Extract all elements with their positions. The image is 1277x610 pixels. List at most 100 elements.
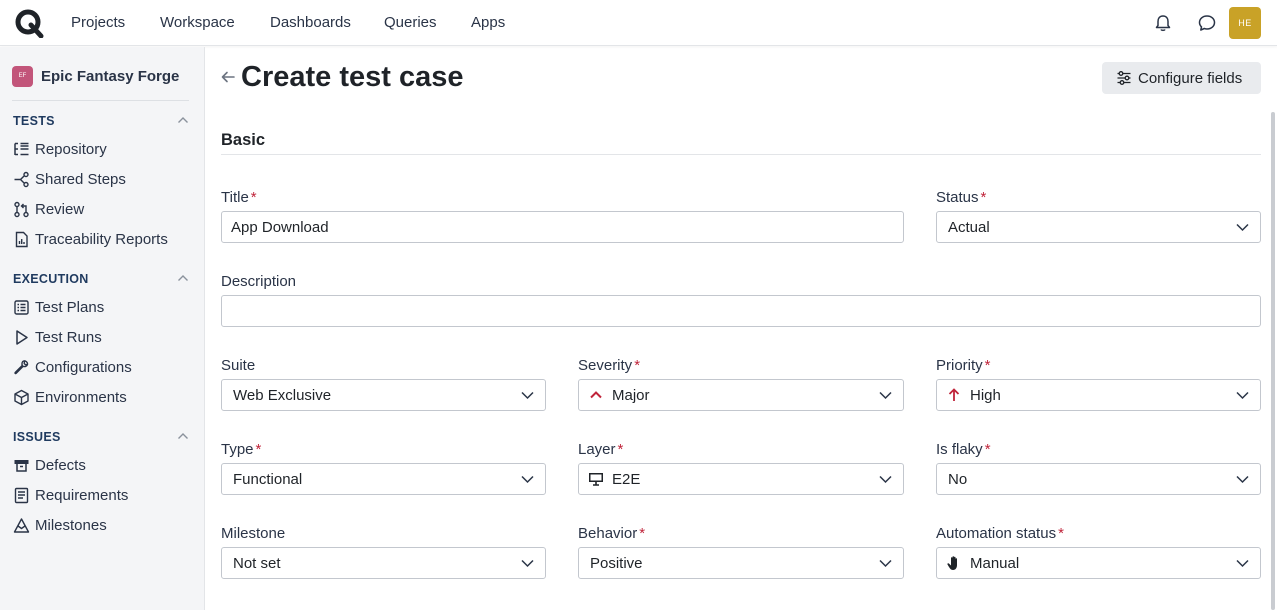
traceability-reports-icon [15,231,28,247]
automation-status-select-value: Manual [970,554,1020,572]
nav-workspace[interactable]: Workspace [160,14,235,31]
section-title-issues[interactable]: ISSUES [13,430,61,444]
sidebar-item-label: Review [35,200,85,218]
top-navigation: Projects Workspace Dashboards Queries Ap… [0,0,1277,46]
sidebar-item-milestones[interactable]: Milestones [13,514,107,536]
is-flaky-label-text: Is flaky [936,441,983,458]
configure-fields-button[interactable]: Configure fields [1102,62,1261,94]
scrollbar[interactable] [1271,112,1275,610]
layer-select-value: E2E [612,470,641,488]
type-select-value: Functional [233,470,303,488]
chat-icon[interactable] [1197,13,1217,33]
description-input[interactable] [221,295,1261,327]
chevron-down-icon [1236,475,1249,484]
sidebar-divider [12,100,189,101]
status-select[interactable]: Actual [936,211,1261,243]
behavior-label-text: Behavior [578,525,638,542]
status-label-text: Status [936,189,979,206]
section-heading-basic: Basic [221,131,266,149]
required-mark: * [984,441,991,458]
sidebar-item-label: Requirements [35,486,129,504]
priority-select[interactable]: High [936,379,1261,411]
type-label-text: Type [221,441,254,458]
milestone-select-value: Not set [233,554,281,572]
milestone-icon [13,517,30,533]
section-title-tests[interactable]: TESTS [13,114,55,128]
sidebar-item-review[interactable]: Review [13,198,84,220]
suite-label: Suite [221,357,256,374]
chevron-down-icon [521,559,534,568]
priority-label-text: Priority [936,357,983,374]
chevron-down-icon [521,475,534,484]
required-mark: * [250,189,257,206]
required-mark: * [980,189,987,206]
chevron-up-icon[interactable] [177,432,189,440]
project-name[interactable]: Epic Fantasy Forge [41,68,179,85]
is-flaky-select[interactable]: No [936,463,1261,495]
cube-icon [14,389,29,405]
shared-steps-icon [14,171,29,187]
suite-select-value: Web Exclusive [233,386,332,404]
sidebar-item-repository[interactable]: Repository [13,138,107,160]
qase-logo-icon[interactable] [14,8,44,38]
review-icon [14,201,29,217]
required-mark: * [1058,525,1064,542]
behavior-select[interactable]: Positive [578,547,904,579]
sidebar-item-label: Defects [35,456,86,474]
is-flaky-label: Is flaky * [936,441,991,458]
chevron-down-icon [521,391,534,400]
sidebar-item-configurations[interactable]: Configurations [13,356,132,378]
sidebar-item-defects[interactable]: Defects [13,454,86,476]
section-divider [221,154,1261,155]
milestone-select[interactable]: Not set [221,547,546,579]
sidebar-item-test-plans[interactable]: Test Plans [13,296,104,318]
chevron-up-icon[interactable] [177,274,189,282]
required-mark: * [634,357,641,374]
sidebar-item-traceability-reports[interactable]: Traceability Reports [13,228,168,250]
type-select[interactable]: Functional [221,463,546,495]
section-title-execution[interactable]: EXECUTION [13,272,89,286]
user-avatar[interactable]: HE [1229,7,1261,39]
required-mark: * [639,525,646,542]
nav-dashboards[interactable]: Dashboards [270,14,351,31]
severity-select-value: Major [612,386,650,404]
sidebar-item-label: Test Runs [35,328,102,346]
automation-status-select[interactable]: Manual [936,547,1261,579]
automation-status-label-text: Automation status [936,525,1057,542]
test-plans-icon [14,299,29,315]
sidebar-item-label: Traceability Reports [35,230,168,248]
title-input[interactable]: App Download [221,211,904,243]
sidebar-item-label: Configurations [35,358,132,376]
chevron-up-icon[interactable] [177,116,189,124]
status-select-value: Actual [948,218,990,236]
chevron-down-icon [1236,223,1249,232]
wrench-icon [14,359,29,374]
nav-queries[interactable]: Queries [384,14,437,31]
severity-select[interactable]: Major [578,379,904,411]
title-label-text: Title [221,189,249,206]
layer-select[interactable]: E2E [578,463,904,495]
sidebar-item-label: Milestones [35,516,107,534]
sidebar-item-environments[interactable]: Environments [13,386,127,408]
nav-apps[interactable]: Apps [471,14,505,31]
repository-icon [14,142,29,155]
chevron-up-icon [590,391,602,399]
play-icon [16,329,28,345]
suite-select[interactable]: Web Exclusive [221,379,546,411]
sidebar-item-label: Shared Steps [35,170,126,188]
sidebar-item-test-runs[interactable]: Test Runs [13,326,102,348]
sidebar-item-label: Test Plans [35,298,105,316]
status-label: Status * [936,189,986,206]
description-label: Description [221,273,297,290]
back-arrow-icon[interactable] [220,69,236,85]
required-mark: * [255,441,262,458]
milestone-label: Milestone [221,525,286,542]
required-mark: * [617,441,624,458]
nav-projects[interactable]: Projects [71,14,125,31]
behavior-select-value: Positive [590,554,643,572]
sidebar-item-shared-steps[interactable]: Shared Steps [13,168,126,190]
chevron-down-icon [1236,559,1249,568]
sidebar-item-requirements[interactable]: Requirements [13,484,128,506]
title-label: Title * [221,189,257,206]
bell-icon[interactable] [1153,13,1173,33]
